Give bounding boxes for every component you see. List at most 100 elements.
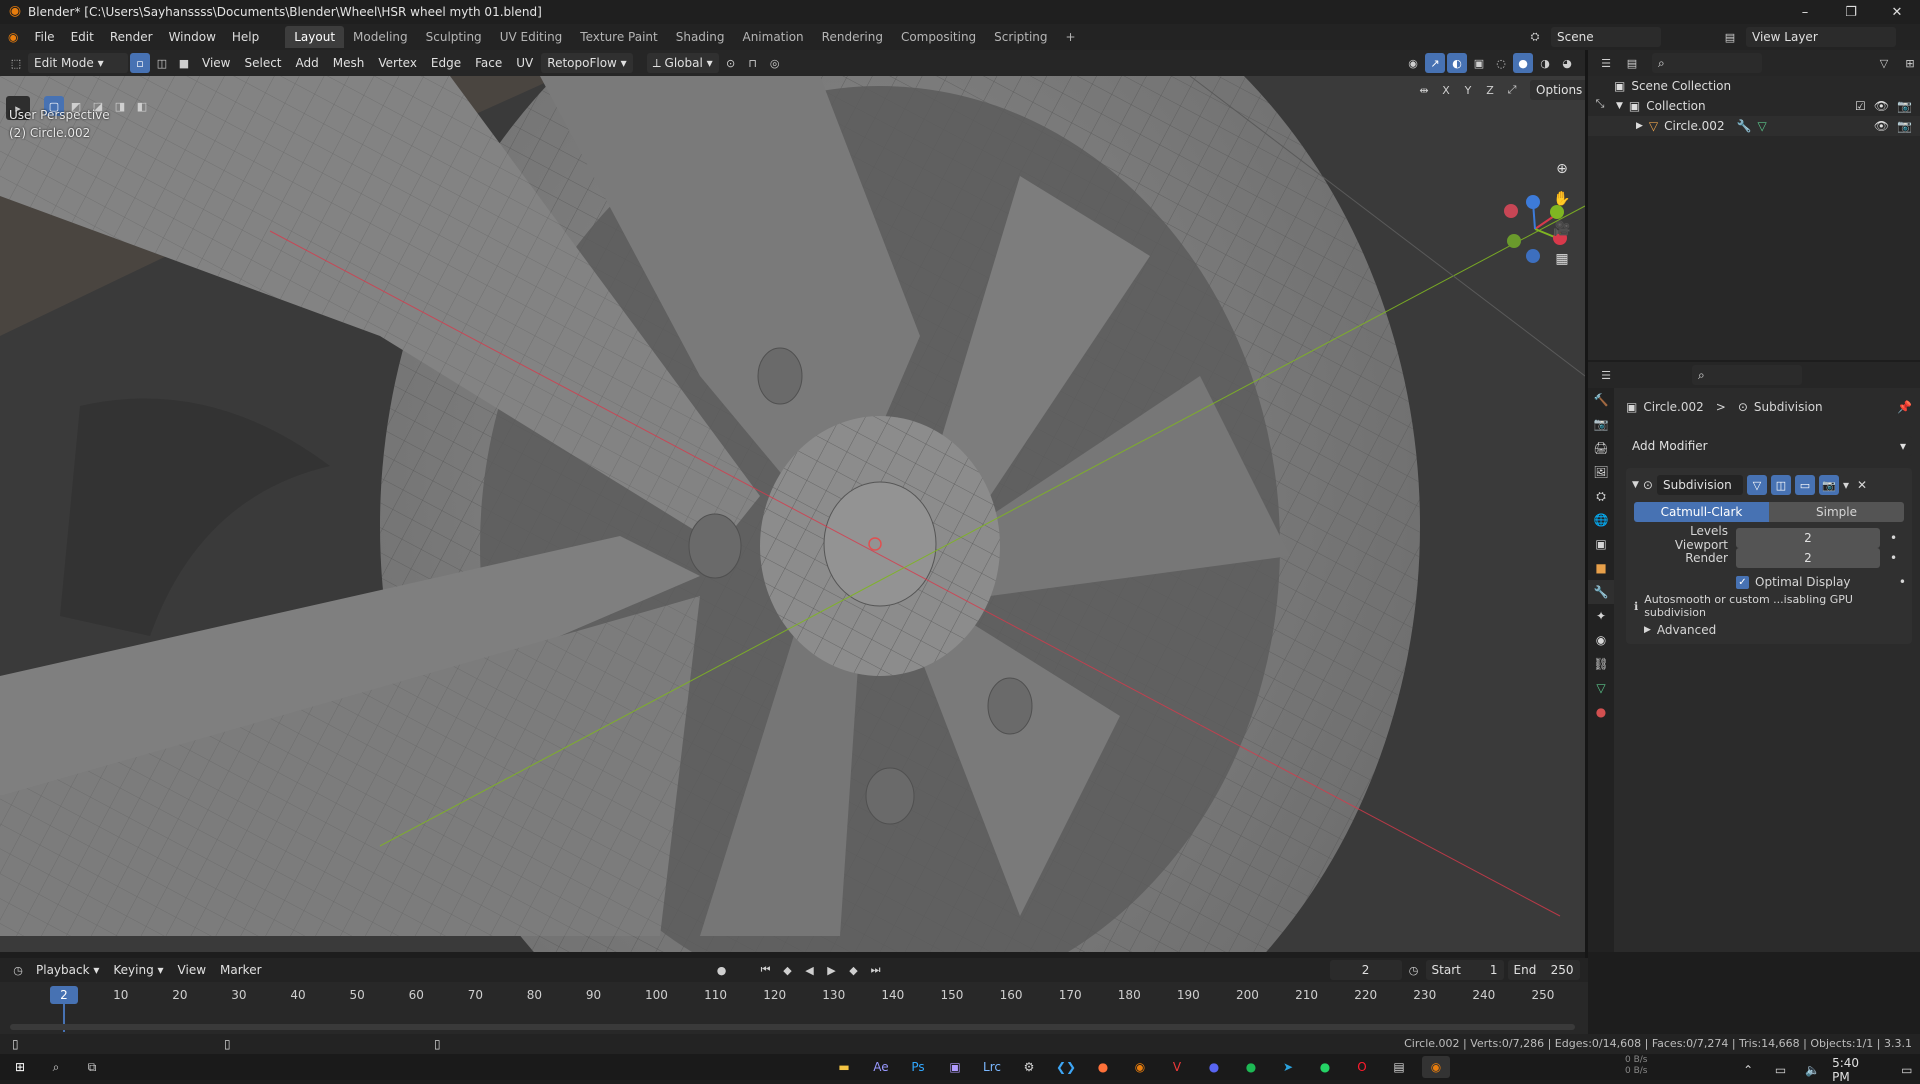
pan-hand-icon[interactable]: ✋ (1549, 186, 1575, 212)
tab-scripting[interactable]: Scripting (985, 26, 1056, 48)
record-icon[interactable]: ● (712, 960, 732, 980)
wireframe-shading-icon[interactable]: ◌ (1491, 53, 1511, 73)
overlay-toggle-icon[interactable]: ◐ (1447, 53, 1467, 73)
outliner-side-icon[interactable]: ⤡ (1590, 94, 1610, 114)
end-frame-field[interactable]: End 250 (1507, 960, 1580, 980)
keyframe-dot-icon[interactable]: • (1890, 551, 1897, 565)
mirror-y[interactable]: Y (1458, 80, 1478, 100)
particles-tab-icon[interactable]: ✦ (1588, 604, 1614, 628)
blender-menu-icon[interactable]: ◉ (0, 30, 26, 44)
viewport-toggle-icon[interactable]: ▭ (1794, 475, 1815, 495)
timeline-editor-icon[interactable]: ◷ (8, 960, 28, 980)
menu-help[interactable]: Help (224, 30, 267, 44)
vscode-icon[interactable]: ❮❯ (1052, 1056, 1080, 1078)
current-frame-field[interactable]: 2 (1329, 960, 1402, 980)
menu-add[interactable]: Add (290, 53, 325, 73)
scene-icon[interactable]: ⛭ (1525, 27, 1545, 47)
physics-tab-icon[interactable]: ◉ (1588, 628, 1614, 652)
material-shading-icon[interactable]: ◑ (1535, 53, 1555, 73)
window-app-icon[interactable]: ▤ (1385, 1056, 1413, 1078)
tab-shading[interactable]: Shading (667, 26, 734, 48)
3d-viewport[interactable]: ▸ ▢ ◩ ◪ ◨ ◧ User Perspective (2) Circle.… (0, 76, 1585, 952)
vivaldi-icon[interactable]: V (1163, 1056, 1191, 1078)
view-layer-icon[interactable]: ▤ (1720, 27, 1740, 47)
tray-chevron-icon[interactable]: ⌃ (1735, 1059, 1761, 1081)
play-reverse-icon[interactable]: ◀ (800, 960, 820, 980)
menu-mesh[interactable]: Mesh (327, 53, 371, 73)
output-tab-icon[interactable]: 🖨 (1588, 436, 1614, 460)
telegram-icon[interactable]: ➤ (1274, 1056, 1302, 1078)
cage-toggle-icon[interactable]: ◫ (1770, 475, 1791, 495)
display-mode-icon[interactable]: ▤ (1622, 53, 1642, 73)
world-tab-icon[interactable]: 🌐 (1588, 508, 1614, 532)
data-tab-icon[interactable]: ▽ (1588, 676, 1614, 700)
menu-render[interactable]: Render (102, 30, 161, 44)
object-render-icon[interactable]: 📷 (1897, 119, 1912, 133)
gizmo-toggle-icon[interactable]: ↗ (1425, 53, 1445, 73)
outliner-editor-icon[interactable]: ☰ (1596, 53, 1616, 73)
prev-keyframe-icon[interactable]: ◆ (778, 960, 798, 980)
object-visibility-icon[interactable]: 👁 (1874, 119, 1889, 133)
outliner-row-collection[interactable]: ▼ ▣ Collection ☑ 👁 📷 (1588, 96, 1920, 116)
properties-search[interactable]: ⌕ (1692, 365, 1802, 385)
menu-window[interactable]: Window (161, 30, 224, 44)
spotify-icon[interactable]: ● (1237, 1056, 1265, 1078)
keyframe-dot-icon[interactable]: • (1899, 575, 1906, 589)
playhead[interactable]: 2 (50, 986, 78, 1004)
tab-uv-editing[interactable]: UV Editing (491, 26, 572, 48)
new-collection-icon[interactable]: ⊞ (1900, 53, 1920, 73)
material-tab-icon[interactable]: ● (1588, 700, 1614, 724)
vertex-select-icon[interactable]: ▫ (130, 53, 150, 73)
scene-tab-icon[interactable]: ⛭ (1588, 484, 1614, 508)
mirror-z[interactable]: Z (1480, 80, 1500, 100)
search-icon[interactable]: ⌕ (42, 1056, 70, 1078)
menu-file[interactable]: File (26, 30, 62, 44)
pivot-icon[interactable]: ⊙ (721, 53, 741, 73)
add-modifier-dropdown[interactable]: Add Modifier ▾ (1626, 436, 1912, 456)
menu-face[interactable]: Face (469, 53, 508, 73)
add-workspace-button[interactable]: + (1057, 26, 1085, 48)
scene-name-field[interactable]: Scene (1551, 27, 1661, 47)
collection-visibility-icon[interactable]: 👁 (1874, 99, 1889, 113)
modifier-name-field[interactable]: Subdivision (1656, 475, 1743, 495)
solid-shading-icon[interactable]: ● (1513, 53, 1533, 73)
collapse-icon[interactable]: ▼ (1632, 480, 1639, 490)
notifications-icon[interactable]: ▭ (1894, 1059, 1920, 1081)
properties-editor-icon[interactable]: ☰ (1596, 365, 1616, 385)
render-toggle-icon[interactable]: 📷 (1818, 475, 1839, 495)
constraints-tab-icon[interactable]: ⛓ (1588, 652, 1614, 676)
face-select-icon[interactable]: ■ (174, 53, 194, 73)
jump-end-icon[interactable]: ⏭ (866, 960, 886, 980)
minimize-icon[interactable]: – (1782, 0, 1828, 24)
edge-select-icon[interactable]: ◫ (152, 53, 172, 73)
zoom-icon[interactable]: ⊕ (1549, 156, 1575, 182)
start-frame-field[interactable]: Start 1 (1425, 960, 1504, 980)
options-dropdown[interactable]: Options ▾ (1530, 80, 1585, 100)
photoshop-icon[interactable]: Ps (904, 1056, 932, 1078)
outliner-row-scene-collection[interactable]: ▣ Scene Collection (1588, 76, 1920, 96)
camera-view-icon[interactable]: 🎥 (1549, 216, 1575, 242)
expand-collection-icon[interactable]: ▼ (1616, 101, 1623, 111)
render-levels-field[interactable]: 2 (1736, 548, 1880, 568)
outliner-row-object[interactable]: ▶ ▽ Circle.002 🔧 ▽ 👁 📷 (1588, 116, 1920, 136)
menu-select[interactable]: Select (238, 53, 287, 73)
render-tab-icon[interactable]: 📷 (1588, 412, 1614, 436)
steam-icon[interactable]: ⚙ (1015, 1056, 1043, 1078)
tab-compositing[interactable]: Compositing (892, 26, 985, 48)
menu-edge[interactable]: Edge (425, 53, 467, 73)
tab-texture-paint[interactable]: Texture Paint (571, 26, 666, 48)
editor-type-icon[interactable]: ⬚ (6, 53, 26, 73)
volume-icon[interactable]: 🔈 (1800, 1059, 1826, 1081)
maximize-icon[interactable]: ❐ (1828, 0, 1874, 24)
blender-app-icon[interactable]: ◉ (1126, 1056, 1154, 1078)
object-tab-icon[interactable]: ■ (1588, 556, 1614, 580)
task-view-icon[interactable]: ⧉ (78, 1056, 106, 1078)
proportional-edit-icon[interactable]: ◎ (765, 53, 785, 73)
modifier-tab-icon[interactable]: 🔧 (1588, 580, 1614, 604)
close-icon[interactable]: ✕ (1874, 0, 1920, 24)
windows-start-icon[interactable]: ⊞ (6, 1056, 34, 1078)
edit-mode-toggle-icon[interactable]: ▽ (1746, 475, 1767, 495)
orientation-dropdown[interactable]: ⟂ Global ▾ (646, 53, 719, 73)
tab-sculpting[interactable]: Sculpting (417, 26, 491, 48)
filter-icon[interactable]: ▽ (1874, 53, 1894, 73)
